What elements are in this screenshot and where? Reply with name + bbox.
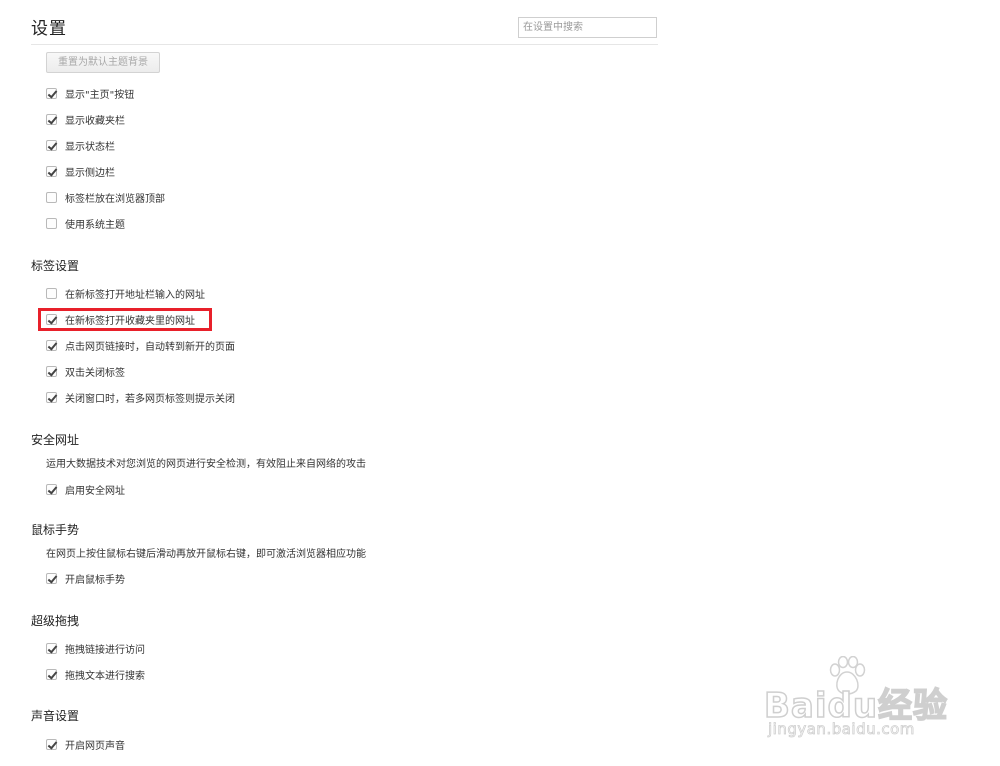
option-double-click-close-tab[interactable]: 双击关闭标签: [46, 363, 125, 379]
header-divider: [31, 44, 658, 45]
checkbox[interactable]: [46, 365, 57, 377]
option-switch-to-new-page[interactable]: 点击网页链接时，自动转到新开的页面: [46, 337, 235, 353]
section-description: 在网页上按住鼠标右键后滑动再放开鼠标右键，即可激活浏览器相应功能: [46, 549, 366, 560]
checkbox[interactable]: [46, 391, 57, 403]
checkbox[interactable]: [46, 572, 57, 584]
option-show-favorites-bar[interactable]: 显示收藏夹栏: [46, 111, 125, 127]
settings-page: 设置 重置为默认主题背景 显示"主页"按钮 显示收藏夹栏 显示状态栏 显示侧边栏…: [0, 0, 1000, 766]
option-label: 标签栏放在浏览器顶部: [65, 193, 165, 205]
option-label: 开启网页声音: [65, 740, 125, 752]
checkbox[interactable]: [46, 668, 57, 680]
section-heading-safe-browsing: 安全网址: [31, 433, 80, 447]
option-label: 开启鼠标手势: [65, 574, 125, 586]
option-label: 双击关闭标签: [65, 367, 125, 379]
option-enable-safe-browsing[interactable]: 启用安全网址: [46, 481, 125, 497]
checkbox[interactable]: [46, 217, 57, 229]
baidu-jingyan-watermark: Baidu经验 jingyan.baidu.com: [763, 656, 954, 748]
option-tabs-on-top[interactable]: 标签栏放在浏览器顶部: [46, 189, 165, 205]
highlight-box: [38, 308, 212, 331]
section-heading-mouse-gestures: 鼠标手势: [31, 523, 80, 537]
option-label: 拖拽链接进行访问: [65, 644, 145, 656]
option-drag-text-to-search[interactable]: 拖拽文本进行搜索: [46, 666, 145, 682]
option-label: 启用安全网址: [65, 485, 125, 497]
checkbox[interactable]: [46, 191, 57, 203]
checkbox[interactable]: [46, 483, 57, 495]
page-title: 设置: [31, 19, 67, 39]
option-label: 显示状态栏: [65, 141, 115, 153]
section-heading-tabs: 标签设置: [31, 259, 80, 273]
watermark-url: jingyan.baidu.com: [768, 720, 915, 739]
option-label: 显示"主页"按钮: [65, 89, 135, 101]
checkbox[interactable]: [46, 738, 57, 750]
checkbox[interactable]: [46, 165, 57, 177]
option-show-sidebar[interactable]: 显示侧边栏: [46, 163, 115, 179]
reset-theme-button[interactable]: 重置为默认主题背景: [46, 52, 160, 73]
option-label: 关闭窗口时，若多网页标签则提示关闭: [65, 393, 235, 405]
option-label: 点击网页链接时，自动转到新开的页面: [65, 341, 235, 353]
option-show-status-bar[interactable]: 显示状态栏: [46, 137, 115, 153]
checkbox[interactable]: [46, 113, 57, 125]
option-show-home-button[interactable]: 显示"主页"按钮: [46, 85, 134, 101]
checkbox[interactable]: [46, 642, 57, 654]
option-label: 显示收藏夹栏: [65, 115, 125, 127]
option-enable-mouse-gestures[interactable]: 开启鼠标手势: [46, 570, 125, 586]
settings-search-input[interactable]: [518, 17, 657, 38]
section-heading-super-drag: 超级拖拽: [31, 614, 80, 628]
section-heading-sound: 声音设置: [31, 709, 80, 723]
option-open-addressbar-in-new-tab[interactable]: 在新标签打开地址栏输入的网址: [46, 285, 205, 301]
checkbox[interactable]: [46, 287, 57, 299]
option-enable-page-sound[interactable]: 开启网页声音: [46, 736, 125, 752]
option-confirm-close-multiple-tabs[interactable]: 关闭窗口时，若多网页标签则提示关闭: [46, 389, 235, 405]
option-label: 拖拽文本进行搜索: [65, 670, 145, 682]
checkbox[interactable]: [46, 87, 57, 99]
option-label: 在新标签打开地址栏输入的网址: [65, 289, 205, 301]
checkbox[interactable]: [46, 339, 57, 351]
section-description: 运用大数据技术对您浏览的网页进行安全检测，有效阻止来自网络的攻击: [46, 459, 366, 470]
option-label: 使用系统主题: [65, 219, 125, 231]
checkbox[interactable]: [46, 139, 57, 151]
option-use-system-theme[interactable]: 使用系统主题: [46, 215, 125, 231]
option-label: 显示侧边栏: [65, 167, 115, 179]
option-drag-link-to-visit[interactable]: 拖拽链接进行访问: [46, 640, 145, 656]
